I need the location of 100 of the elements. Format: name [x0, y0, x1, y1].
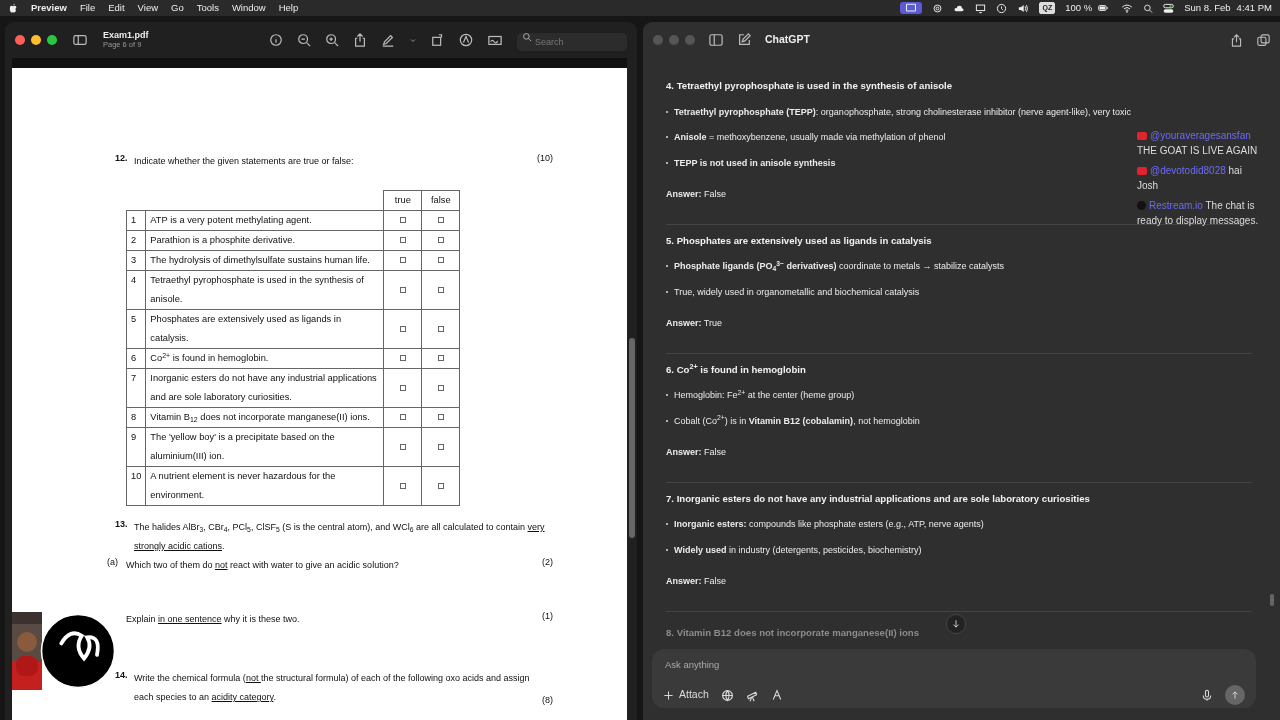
- statement-text: Phosphates are extensively used as ligands in catalysis.: [145, 309, 384, 349]
- statement-text: ATP is a very potent methylating agent.: [145, 210, 384, 231]
- checkbox[interactable]: [437, 257, 444, 263]
- row-number: 10: [126, 466, 146, 506]
- question-number: 13.: [115, 518, 129, 531]
- checkbox[interactable]: [437, 355, 444, 361]
- checkbox[interactable]: [399, 355, 406, 361]
- statement-text: The 'yellow boy' is a precipitate based on the aluminium(III) ion.: [145, 427, 384, 467]
- search-icon: [522, 32, 532, 42]
- points: (2): [542, 556, 553, 569]
- zoom-button[interactable]: [47, 35, 57, 45]
- battery-percentage: 100 %: [1065, 0, 1093, 15]
- pen-icon[interactable]: [381, 33, 395, 47]
- question-text: Write the chemical formula (not the structural formula) of each of the following oxo acids and assign each species to an acidity category.: [134, 672, 531, 704]
- bullet-text: TEPP is not used in anisole synthesis: [674, 156, 836, 170]
- menu-item[interactable]: View: [137, 0, 159, 16]
- sidebar-icon[interactable]: [71, 33, 89, 47]
- menubar-time[interactable]: 4:41 PM: [1236, 0, 1272, 16]
- app-menu[interactable]: Preview: [31, 0, 67, 16]
- answer-text: Answer: False: [666, 188, 728, 201]
- markup-icon[interactable]: [459, 33, 473, 47]
- new-chat-icon[interactable]: [737, 33, 751, 47]
- section-heading: 5. Phosphates are extensively used as ligands in catalysis: [666, 234, 933, 246]
- scrollbar[interactable]: [1270, 594, 1274, 606]
- menu-item[interactable]: File: [79, 0, 96, 16]
- rotate-icon[interactable]: [431, 33, 445, 47]
- question-text: Indicate whether the given statements are true or false:: [134, 155, 355, 168]
- row-number: 2: [126, 230, 146, 251]
- close-button[interactable]: [15, 35, 25, 45]
- wifi-icon[interactable]: [1121, 2, 1134, 14]
- gear-icon[interactable]: [932, 2, 944, 14]
- checkbox[interactable]: [399, 237, 406, 243]
- volume-icon[interactable]: [1017, 2, 1030, 14]
- menubar-date[interactable]: Sun 8. Feb: [1184, 0, 1231, 16]
- row-number: 9: [126, 427, 146, 467]
- zoom-out-icon[interactable]: [297, 33, 311, 47]
- zoom-in-icon[interactable]: [325, 33, 339, 47]
- answer-text: Answer: False: [666, 446, 728, 459]
- question-number: 14.: [115, 669, 129, 682]
- menu-item[interactable]: Window: [231, 0, 266, 16]
- menu-item[interactable]: Edit: [108, 0, 125, 16]
- checkbox[interactable]: [399, 217, 406, 223]
- question-number: 12.: [115, 152, 129, 165]
- checkbox[interactable]: [399, 482, 406, 489]
- checkbox[interactable]: [437, 414, 444, 420]
- row-number: 6: [126, 348, 146, 369]
- display-icon[interactable]: [975, 2, 987, 14]
- checkbox[interactable]: [399, 286, 406, 293]
- share-icon[interactable]: [1230, 33, 1243, 47]
- send-button[interactable]: [1225, 685, 1245, 706]
- menu-item[interactable]: Go: [171, 0, 184, 16]
- message-composer[interactable]: Ask anything Attach: [652, 649, 1256, 708]
- signature-icon[interactable]: [487, 33, 503, 47]
- control-center-icon[interactable]: [1163, 2, 1175, 14]
- scroll-down-button[interactable]: [946, 614, 966, 634]
- globe-icon[interactable]: [720, 688, 734, 702]
- checkbox[interactable]: [437, 482, 444, 489]
- checkbox[interactable]: [399, 414, 406, 420]
- statement-text: Tetraethyl pyrophosphate is used in the synthesis of anisole.: [145, 270, 384, 310]
- play-icon: [1137, 167, 1147, 175]
- arrow-down-icon: [951, 619, 961, 629]
- apple-logo-icon[interactable]: [8, 2, 18, 14]
- share-icon[interactable]: [353, 33, 367, 47]
- model-selector[interactable]: ChatGPT: [765, 32, 810, 48]
- checkbox[interactable]: [437, 237, 444, 243]
- minimize-button[interactable]: [31, 35, 41, 45]
- clock-icon[interactable]: [996, 2, 1008, 14]
- microphone-icon[interactable]: [1201, 688, 1213, 702]
- window-icon[interactable]: [1257, 33, 1270, 47]
- sidebar-icon[interactable]: [709, 33, 723, 47]
- answer-text: Answer: False: [666, 575, 728, 588]
- checkbox[interactable]: [437, 384, 444, 391]
- scrollbar[interactable]: [629, 338, 635, 538]
- tools-icon[interactable]: [770, 689, 783, 702]
- row-number: 5: [126, 309, 146, 349]
- bullet-text: True, widely used in organometallic and biochemical catalysis: [674, 285, 920, 299]
- checkbox[interactable]: [399, 325, 406, 332]
- bullet-text: Phosphate ligands (PO$_{4}$$^{3−}$ derivatives) coordinate to metals → stabilize catalysts: [674, 260, 1005, 274]
- checkbox[interactable]: [399, 384, 406, 391]
- checkbox[interactable]: [437, 286, 444, 293]
- checkbox[interactable]: [437, 443, 444, 450]
- checkbox[interactable]: [399, 257, 406, 263]
- checkbox[interactable]: [437, 325, 444, 332]
- logo-icon: [1137, 201, 1146, 210]
- search-field[interactable]: Search: [517, 33, 627, 51]
- item-label: (a): [107, 557, 118, 567]
- search-icon[interactable]: [1143, 2, 1154, 14]
- info-icon[interactable]: [269, 33, 283, 47]
- menu-item[interactable]: Tools: [196, 0, 219, 16]
- checkbox[interactable]: [399, 443, 406, 450]
- checkbox[interactable]: [437, 217, 444, 223]
- plus-icon: [663, 689, 674, 701]
- section-heading: 6. Co$^{2+}$ is found in hemoglobin: [666, 363, 807, 375]
- statement-text: Inorganic esters do not have any industrial applications and are sole laboratory curiosities.: [145, 368, 384, 408]
- bullet-text: Tetraethyl pyrophosphate (TEPP): organophosphate, strong cholinesterase inhibitor (nerve agent-like), very toxic: [674, 105, 1132, 119]
- attach-button[interactable]: Attach: [663, 687, 709, 704]
- bullet-text: Anisole = methoxybenzene, usually made via methylation of phenol: [674, 131, 946, 144]
- menu-item[interactable]: Help: [278, 0, 299, 16]
- answer-text: Answer: True: [666, 317, 724, 330]
- screen-share-icon[interactable]: [905, 2, 918, 14]
